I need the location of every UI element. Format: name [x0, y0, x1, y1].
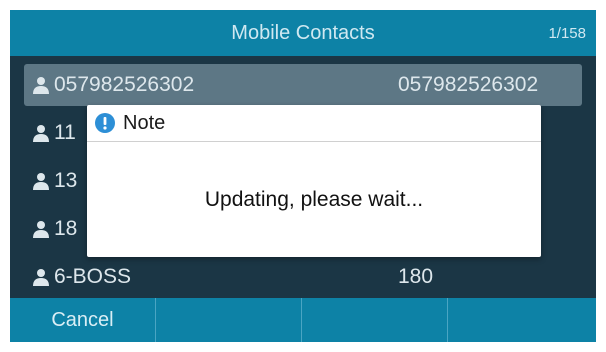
dialog-title: Note [123, 112, 166, 134]
phone-screen: Mobile Contacts 1/158 057982526302 05798… [10, 10, 596, 342]
info-icon [95, 113, 115, 133]
dialog-message: Updating, please wait... [204, 187, 424, 211]
note-dialog: Note Updating, please wait... [87, 105, 541, 257]
dialog-header: Note [87, 105, 541, 142]
modal-overlay: Note Updating, please wait... [10, 10, 596, 342]
